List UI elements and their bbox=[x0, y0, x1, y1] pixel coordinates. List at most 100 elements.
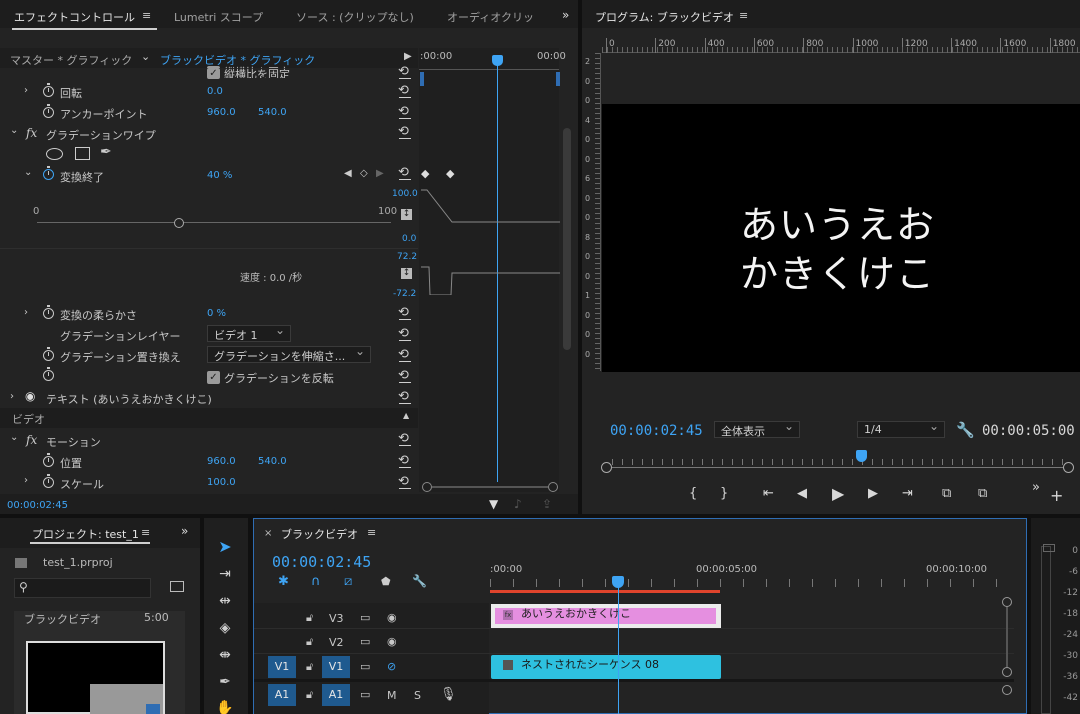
v3-lock-icon[interactable]: 🔓︎ bbox=[306, 611, 313, 625]
gradient-layer-select[interactable]: ビデオ 1 bbox=[207, 323, 291, 342]
project-menu-icon[interactable]: ≡ bbox=[141, 526, 150, 539]
track-select-tool-icon[interactable]: ⇥ bbox=[212, 563, 238, 585]
reset-text-icon[interactable] bbox=[398, 389, 412, 404]
placement-select[interactable]: グラデーションを伸縮さ... bbox=[207, 344, 371, 363]
program-timecode[interactable]: 00:00:02:45 bbox=[610, 423, 703, 439]
v1-lock-icon[interactable]: 🔓︎ bbox=[306, 660, 313, 674]
project-tab[interactable]: プロジェクト: test_1 bbox=[32, 526, 139, 542]
project-overflow-icon[interactable]: » bbox=[181, 524, 188, 538]
keyframe-1-icon[interactable]: ◆ bbox=[421, 167, 429, 180]
invert-stopwatch-icon[interactable] bbox=[43, 367, 54, 381]
play-triangle-icon[interactable]: ▶ bbox=[404, 51, 412, 62]
timeline-timecode[interactable]: 00:00:02:45 bbox=[272, 553, 371, 571]
overwrite-icon[interactable]: ⧉ bbox=[978, 486, 987, 501]
softness-stopwatch-icon[interactable] bbox=[43, 305, 54, 319]
clip-dropdown-chevron-icon[interactable]: ⌄ bbox=[141, 50, 150, 63]
reset-position-icon[interactable] bbox=[398, 453, 412, 468]
next-keyframe-icon[interactable]: ▶ bbox=[376, 168, 384, 179]
reset-scale-icon[interactable] bbox=[398, 474, 412, 489]
rotation-value[interactable]: 0.0 bbox=[207, 86, 223, 97]
a1-mute-button[interactable]: M bbox=[387, 689, 397, 702]
effect-current-time[interactable]: 00:00:02:45 bbox=[7, 500, 68, 511]
tab-menu-icon[interactable]: ≡ bbox=[142, 9, 151, 22]
hand-tool-icon[interactable]: ✋ bbox=[212, 697, 238, 714]
ripple-edit-tool-icon[interactable]: ⇹ bbox=[212, 590, 238, 612]
go-to-out-icon[interactable]: ⇥ bbox=[902, 486, 913, 501]
v2-label[interactable]: V2 bbox=[329, 636, 344, 649]
sequence-tab[interactable]: ブラックビデオ bbox=[281, 526, 358, 542]
placement-stopwatch-icon[interactable] bbox=[43, 347, 54, 361]
slider-knob[interactable] bbox=[173, 218, 184, 228]
v2-lock-icon[interactable]: 🔓︎ bbox=[306, 635, 313, 649]
transport-overflow-icon[interactable]: » bbox=[1032, 480, 1040, 495]
reset-invert-icon[interactable] bbox=[398, 368, 412, 383]
a1-target[interactable]: A1 bbox=[322, 684, 350, 706]
filter-icon[interactable]: ▼ bbox=[489, 497, 498, 511]
mark-out-icon[interactable]: } bbox=[720, 486, 728, 501]
mini-h-scroll-left[interactable] bbox=[422, 482, 432, 492]
anchor-y-value[interactable]: 540.0 bbox=[258, 107, 287, 118]
invert-checkbox[interactable]: ✓ bbox=[207, 371, 220, 384]
v3-label[interactable]: V3 bbox=[329, 612, 344, 625]
v2-eye-icon[interactable]: ◉ bbox=[387, 635, 397, 648]
mark-in-icon[interactable]: { bbox=[689, 486, 697, 501]
zoom-select[interactable]: 全体表示 bbox=[714, 419, 800, 438]
tab-lumetri[interactable]: Lumetri スコープ bbox=[174, 9, 263, 25]
step-back-icon[interactable]: ◀︎ bbox=[797, 486, 807, 501]
anchor-x-value[interactable]: 960.0 bbox=[207, 107, 236, 118]
reset-anchor-icon[interactable] bbox=[398, 104, 412, 119]
collapse-up-icon[interactable]: ▲ bbox=[403, 411, 409, 420]
rotation-stopwatch-icon[interactable] bbox=[43, 83, 54, 97]
v1-target[interactable]: V1 bbox=[322, 656, 350, 678]
play-icon[interactable]: ▶ bbox=[832, 484, 844, 503]
mini-h-scroll-right[interactable] bbox=[548, 482, 558, 492]
a1-source-patch[interactable]: A1 bbox=[268, 684, 296, 706]
export-icon[interactable]: ⇪ bbox=[542, 497, 552, 511]
v1-eye-hidden-icon[interactable]: ⊘ bbox=[387, 660, 396, 673]
motion-chevron-icon[interactable]: ⌄ bbox=[10, 432, 18, 443]
work-area-bar[interactable] bbox=[490, 590, 720, 593]
keyframe-2-icon[interactable]: ◆ bbox=[446, 167, 454, 180]
v-zoom-top[interactable] bbox=[1002, 597, 1012, 607]
rectangle-mask-icon[interactable] bbox=[75, 147, 90, 160]
overflow-chevron-icon[interactable]: » bbox=[562, 8, 569, 22]
v2-sync-icon[interactable]: ▭ bbox=[360, 635, 370, 648]
reset-transition-end-icon[interactable] bbox=[398, 165, 412, 180]
program-title[interactable]: プログラム: ブラックビデオ bbox=[595, 9, 734, 25]
a1-voiceover-icon[interactable]: 🎙︎ bbox=[440, 687, 457, 702]
rotation-expand-chevron-icon[interactable]: › bbox=[24, 85, 28, 96]
audio-note-icon[interactable]: ♪ bbox=[514, 497, 522, 511]
scrub-left-cap[interactable] bbox=[601, 462, 612, 473]
slider-track[interactable] bbox=[37, 222, 391, 223]
slip-tool-icon[interactable]: ⇼ bbox=[212, 644, 238, 666]
softness-value[interactable]: 0 % bbox=[207, 308, 226, 319]
v3-eye-icon[interactable]: ◉ bbox=[387, 611, 397, 624]
selection-tool-icon[interactable]: ➤ bbox=[212, 536, 238, 558]
program-menu-icon[interactable]: ≡ bbox=[739, 9, 748, 22]
a1-lock-icon[interactable]: 🔓︎ bbox=[306, 688, 313, 702]
v1-sync-icon[interactable]: ▭ bbox=[360, 660, 370, 673]
snap-icon[interactable]: ∩ bbox=[311, 574, 321, 589]
a-zoom-top[interactable] bbox=[1002, 685, 1012, 695]
transition-end-chevron-icon[interactable]: ⌄ bbox=[24, 167, 32, 178]
scrub-playhead[interactable] bbox=[855, 450, 867, 462]
v3-sync-icon[interactable]: ▭ bbox=[360, 611, 370, 624]
button-editor-plus-icon[interactable]: + bbox=[1050, 486, 1063, 505]
reset-softness-icon[interactable] bbox=[398, 305, 412, 320]
visibility-eye-icon[interactable]: ◉ bbox=[25, 389, 35, 403]
insert-icon[interactable]: ⧉ bbox=[942, 486, 951, 501]
mini-h-scroll-track[interactable] bbox=[432, 486, 548, 488]
reset-gradient-wipe-icon[interactable] bbox=[398, 124, 412, 139]
reset-placement-icon[interactable] bbox=[398, 347, 412, 362]
softness-chevron-icon[interactable]: › bbox=[24, 307, 28, 318]
v-zoom-track[interactable] bbox=[1006, 607, 1008, 667]
wrench-settings-icon[interactable]: 🔧 bbox=[956, 421, 975, 439]
reset-aspect-icon[interactable] bbox=[398, 64, 412, 79]
position-x-value[interactable]: 960.0 bbox=[207, 456, 236, 467]
scale-value[interactable]: 100.0 bbox=[207, 477, 236, 488]
prev-keyframe-icon[interactable]: ◀ bbox=[344, 168, 352, 179]
a1-sync-icon[interactable]: ▭ bbox=[360, 688, 370, 701]
add-keyframe-icon[interactable]: ◇ bbox=[360, 168, 368, 179]
position-stopwatch-icon[interactable] bbox=[43, 453, 54, 467]
search-icon[interactable]: ⚲ bbox=[19, 580, 28, 594]
